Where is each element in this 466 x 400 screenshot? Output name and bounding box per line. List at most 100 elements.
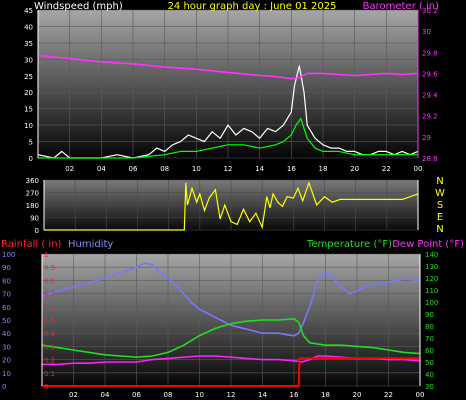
rainfall-tick-0: 0 [44, 383, 48, 391]
compass-label-1-w: W [435, 188, 445, 199]
humidity-axis-label: Humidity [68, 239, 113, 250]
windspeed-axis-label: Windspeed (mph) [34, 1, 123, 12]
humidity-tick-60: 60 [2, 304, 11, 312]
windspeed-tick-35: 35 [24, 40, 33, 48]
humidity-tick-40: 40 [2, 330, 11, 338]
humidity-tick-90: 90 [2, 264, 11, 272]
panel3-xtick-16: 16 [290, 391, 299, 399]
temperature-tick-110: 110 [425, 287, 438, 295]
direction-tick-90: 90 [30, 215, 39, 223]
temperature-tick-30: 30 [425, 383, 434, 391]
rainfall-tick-1: 1 [44, 251, 48, 259]
temp-humidity-rain-chart: 0 0.1 0.2 0.3 0.4 0.5 0.6 0.7 0.8 0.9 1 0 10 20 30 40 5… [1, 239, 464, 399]
barometer-tick-30: 30 [422, 28, 431, 36]
rainfall-tick-0-3: 0.3 [44, 343, 55, 351]
panel3-xtick-08: 08 [164, 391, 173, 399]
windspeed-tick-20: 20 [24, 89, 33, 97]
weather-graphs: 051015202530354045 28.82929.229.429.629.… [1, 1, 464, 399]
windspeed-tick-25: 25 [24, 73, 33, 81]
wind-direction-chart: 090180270360 NWSEN [26, 176, 445, 235]
temperature-axis-label: Temperature (°F) [306, 239, 392, 250]
humidity-tick-70: 70 [2, 291, 11, 299]
barometer-tick-29-2: 29.2 [422, 113, 438, 121]
windspeed-tick-15: 15 [24, 106, 33, 114]
humidity-tick-10: 10 [2, 370, 11, 378]
direction-tick-270: 270 [26, 190, 39, 198]
rainfall-tick-0-7: 0.7 [44, 291, 55, 299]
rainfall-tick-0-1: 0.1 [44, 370, 55, 378]
direction-tick-360: 360 [26, 177, 39, 185]
rainfall-tick-0-2: 0.2 [44, 357, 55, 365]
barometer-tick-29-6: 29.6 [422, 70, 438, 78]
direction-tick-0: 0 [35, 227, 39, 235]
temperature-ticks: 30 40 50 60 70 80 90 100 110 120 130 140 [425, 251, 438, 391]
panel3-xtick-12: 12 [227, 391, 236, 399]
windspeed-tick-5: 5 [29, 139, 33, 147]
compass-label-2-s: S [437, 200, 443, 211]
compass-label-3-e: E [437, 212, 443, 223]
windspeed-tick-0: 0 [29, 155, 33, 163]
panel3-xtick-00: 00 [416, 391, 425, 399]
panel1-xtick-10: 10 [192, 165, 201, 173]
panel1-xtick-16: 16 [287, 165, 296, 173]
direction-tick-180: 180 [26, 202, 39, 210]
temperature-tick-90: 90 [425, 311, 434, 319]
panel1-xtick-08: 08 [160, 165, 169, 173]
temperature-tick-50: 50 [425, 359, 434, 367]
panel3-xtick-04: 04 [101, 391, 110, 399]
compass-labels: NWSEN [435, 176, 445, 235]
rainfall-tick-0-9: 0.9 [44, 264, 55, 272]
humidity-tick-50: 50 [2, 317, 11, 325]
barometer-axis-label: Barometer ( in) [363, 1, 439, 12]
temperature-tick-130: 130 [425, 263, 438, 271]
rainfall-tick-0-8: 0.8 [44, 277, 55, 285]
humidity-tick-100: 100 [2, 251, 15, 259]
panel3-xtick-22: 22 [384, 391, 393, 399]
panel1-xtick-18: 18 [319, 165, 328, 173]
panel3-xtick-20: 20 [353, 391, 362, 399]
humidity-tick-30: 30 [2, 343, 11, 351]
panel1-right-ticks: 28.82929.229.429.629.83030.2 [422, 7, 438, 163]
panel3-xtick-10: 10 [195, 391, 204, 399]
panel1-x-ticks: 02 04 06 08 10 12 14 16 18 20 22 00 [65, 165, 422, 173]
temperature-tick-60: 60 [425, 347, 434, 355]
panel3-x-ticks: 02 04 06 08 10 12 14 16 18 20 22 00 [69, 391, 424, 399]
rainfall-tick-0-4: 0.4 [44, 330, 56, 338]
panel3-xtick-06: 06 [132, 391, 141, 399]
windspeed-tick-45: 45 [24, 7, 33, 15]
rainfall-tick-0-5: 0.5 [44, 317, 55, 325]
panel3-xtick-14: 14 [258, 391, 267, 399]
panel1-xtick-14: 14 [255, 165, 264, 173]
temperature-tick-100: 100 [425, 299, 438, 307]
rainfall-ticks: 0 0.1 0.2 0.3 0.4 0.5 0.6 0.7 0.8 0.9 1 [44, 251, 56, 391]
temperature-tick-120: 120 [425, 275, 438, 283]
windspeed-tick-30: 30 [24, 56, 33, 64]
humidity-tick-0: 0 [2, 383, 6, 391]
temperature-tick-80: 80 [425, 323, 434, 331]
panel1-xtick-00: 00 [414, 165, 423, 173]
panel1-xtick-22: 22 [382, 165, 391, 173]
rainfall-axis-label: Rainfall ( in) [1, 239, 62, 250]
panel1-xtick-06: 06 [129, 165, 138, 173]
panel1-xtick-20: 20 [350, 165, 359, 173]
panel1-xtick-04: 04 [97, 165, 106, 173]
rainfall-tick-0-6: 0.6 [44, 304, 56, 312]
barometer-tick-29-4: 29.4 [422, 92, 438, 100]
panel1-xtick-02: 02 [65, 165, 74, 173]
panel1-left-ticks: 0 5 10 15 20 25 30 35 40 45 [24, 7, 33, 163]
panel3-xtick-02: 02 [69, 391, 78, 399]
humidity-ticks: 0 10 20 30 40 50 60 70 80 90 100 [2, 251, 15, 391]
wind-barometer-chart: 0 5 10 15 20 25 30 35 40 45 28.8 29 29.2 29.4 29.6 29.… [24, 1, 439, 173]
panel2-left-ticks: 0 90 180 270 360 [26, 177, 39, 235]
compass-label-4-n: N [436, 224, 443, 235]
windspeed-tick-10: 10 [24, 122, 33, 130]
humidity-tick-20: 20 [2, 357, 11, 365]
barometer-tick-29-8: 29.8 [422, 49, 438, 57]
windspeed-tick-40: 40 [24, 23, 33, 31]
compass-label-0-n: N [436, 176, 443, 187]
temperature-tick-140: 140 [425, 251, 438, 259]
panel1-xtick-12: 12 [224, 165, 233, 173]
barometer-tick-28-8: 28.8 [422, 155, 438, 163]
temperature-tick-40: 40 [425, 371, 434, 379]
temperature-tick-70: 70 [425, 335, 434, 343]
